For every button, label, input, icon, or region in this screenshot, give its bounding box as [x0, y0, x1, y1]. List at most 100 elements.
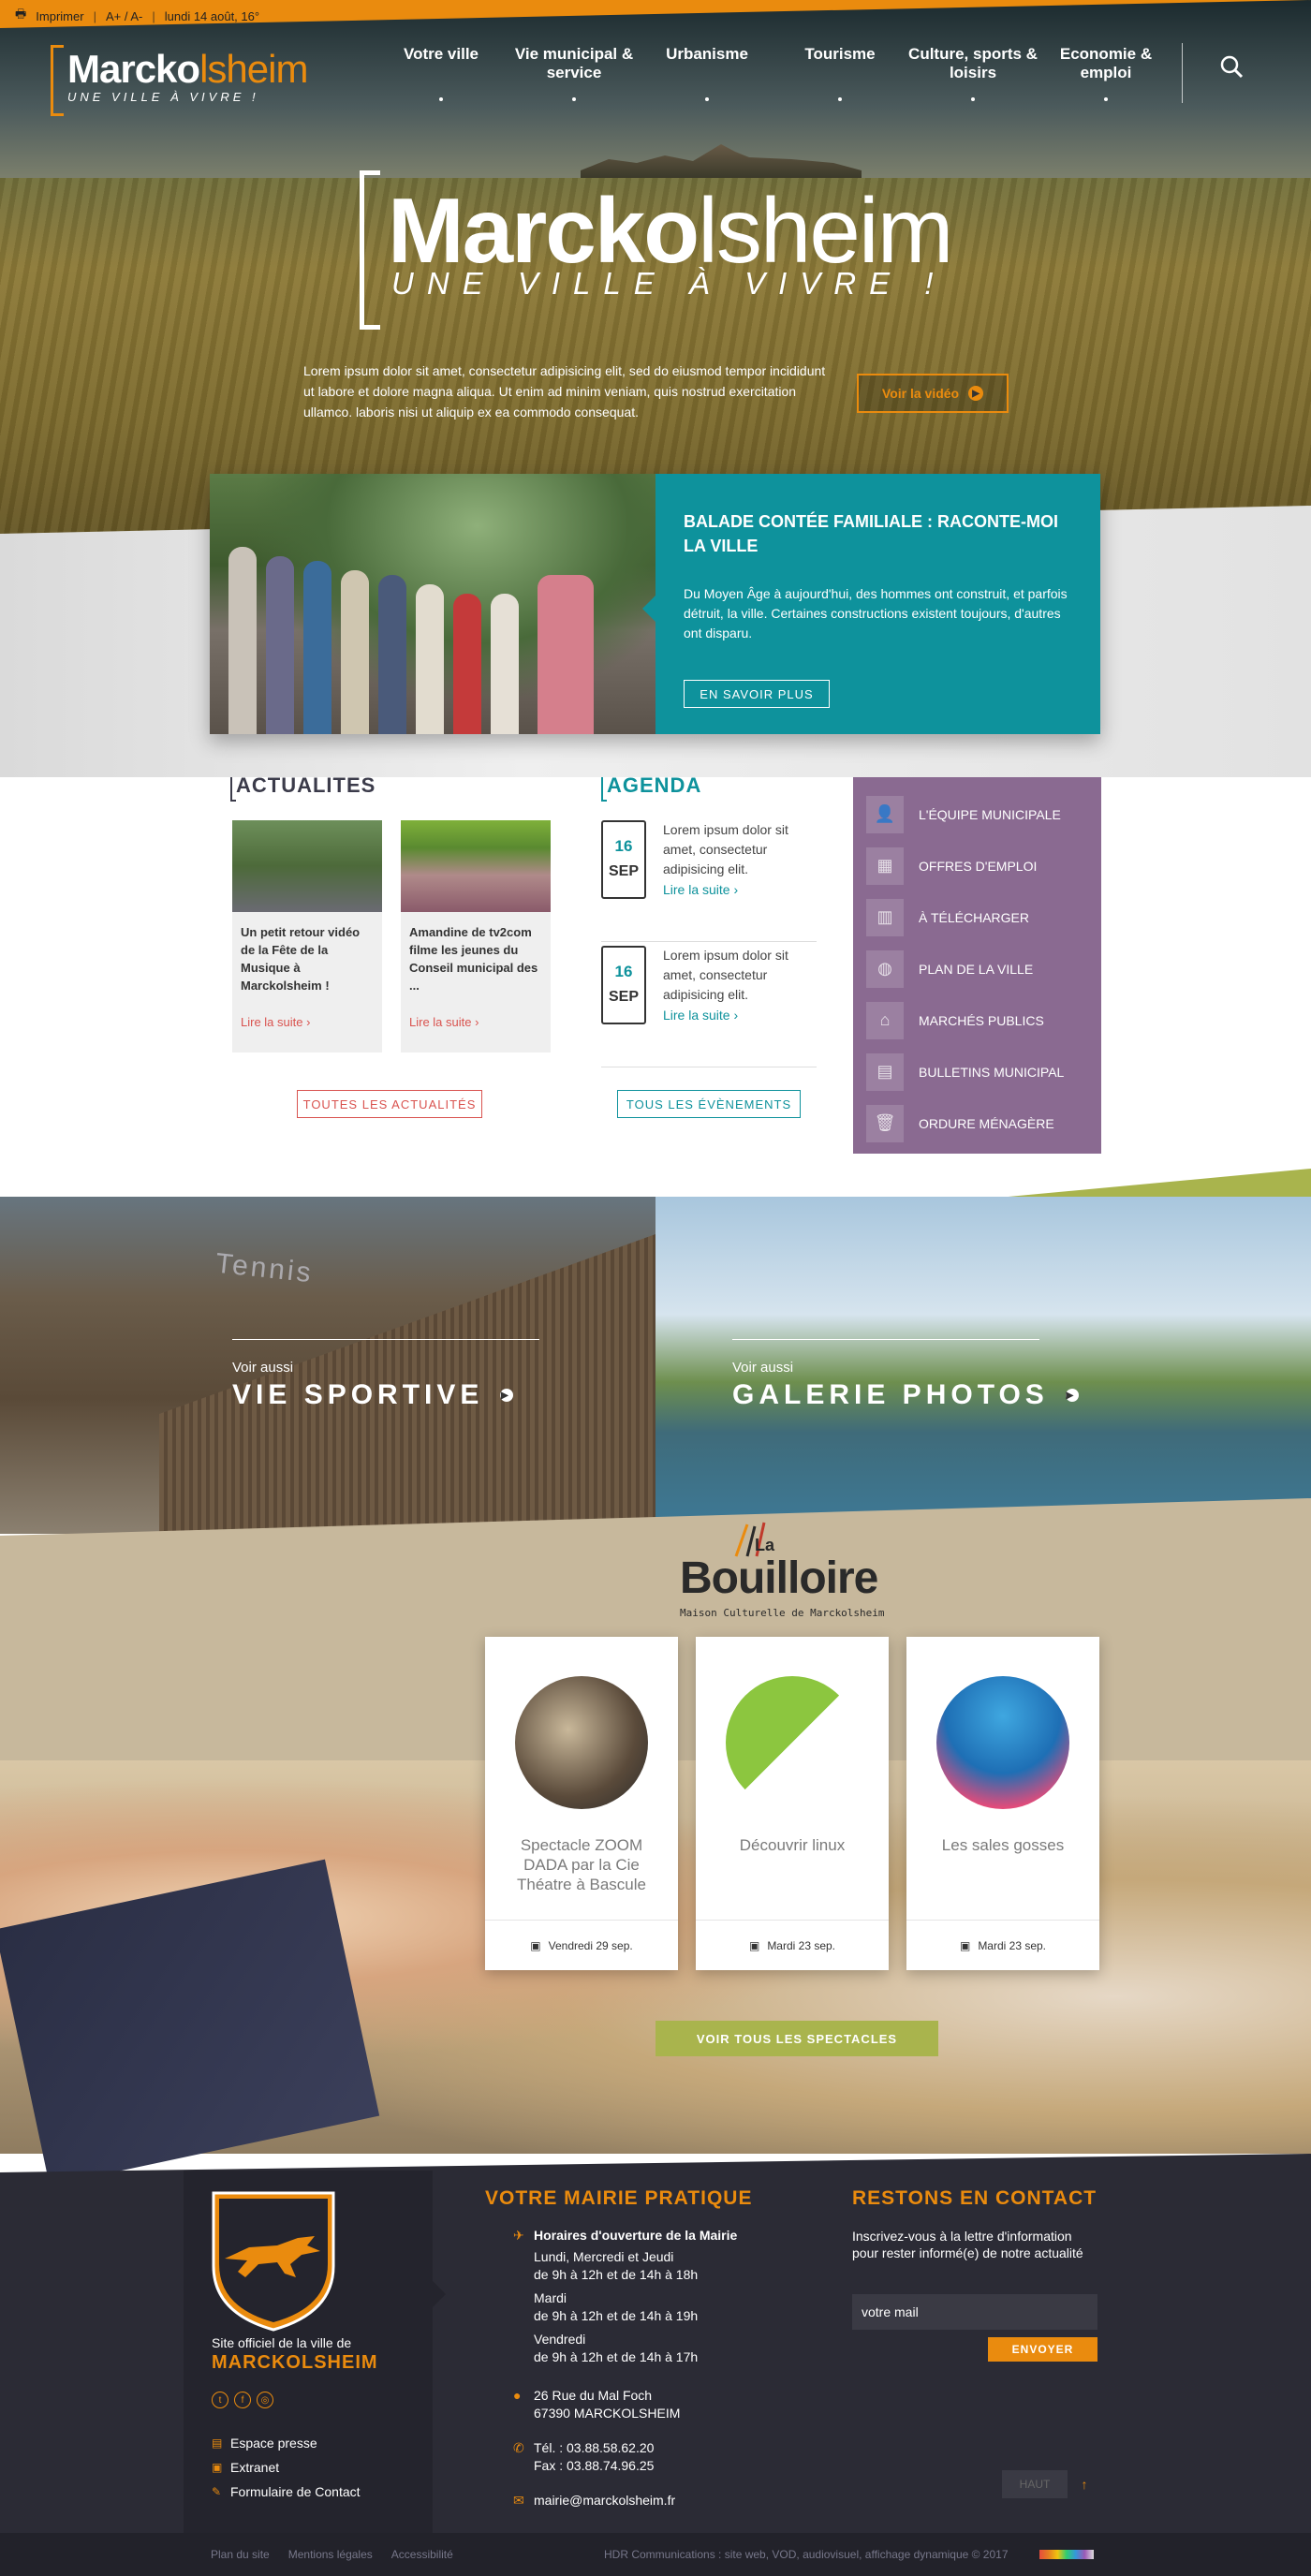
quicklink-jobs[interactable]: ▦ OFFRES D'EMPLOI — [853, 840, 1101, 891]
logo-tagline: UNE VILLE À VIVRE ! — [67, 90, 259, 104]
phone-icon: ✆ — [513, 2440, 524, 2455]
quicklink-market[interactable]: ⌂ MARCHÉS PUBLICS — [853, 994, 1101, 1046]
hero-intro: Lorem ipsum dolor sit amet, consectetur … — [303, 363, 826, 420]
sitemap-link[interactable]: Plan du site — [211, 2548, 270, 2561]
facebook-icon[interactable]: f — [234, 2392, 251, 2408]
separator: | — [152, 8, 155, 23]
town-shield-icon — [212, 2191, 335, 2332]
quicklink-team[interactable]: 👤 L'ÉQUIPE MUNICIPALE — [853, 788, 1101, 840]
calendar-icon: ▣ — [748, 1938, 760, 1952]
nav-item-urbanisme[interactable]: Urbanisme — [641, 45, 773, 101]
show-title: Les sales gosses — [941, 1836, 1065, 1854]
all-events-button[interactable]: TOUS LES ÉVÈNEMENTS — [617, 1090, 801, 1118]
event-read-more[interactable]: Lire la suite › — [663, 1008, 738, 1023]
promo-label: Voir aussi VIE SPORTIVE ▶ — [232, 1339, 539, 1411]
arrow-up-icon[interactable]: ↑ — [1075, 2470, 1094, 2498]
news-image — [232, 820, 382, 912]
back-to-top-button[interactable]: HAUT — [1002, 2470, 1068, 2498]
news-read-more[interactable]: Lire la suite › — [241, 1015, 310, 1029]
location-icon: ● — [513, 2388, 522, 2403]
agency-credit: HDR Communications : site web, VOD, audi… — [604, 2548, 1009, 2561]
footer-link-press[interactable]: ▤ Espace presse — [212, 2436, 361, 2451]
download-icon: ▥ — [866, 898, 904, 936]
nav-item-tourisme[interactable]: Tourisme — [773, 45, 906, 101]
separator: | — [93, 8, 96, 23]
footer-link-contact[interactable]: ✎ Formulaire de Contact — [212, 2484, 361, 2499]
pin-icon: ✈ — [513, 2228, 524, 2243]
news-card[interactable]: Un petit retour vidéo de la Fête de la M… — [232, 820, 382, 1052]
promo-sport[interactable]: Tennis Voir aussi VIE SPORTIVE ▶ — [0, 1197, 656, 1534]
show-image — [936, 1676, 1069, 1809]
footer-link-extranet[interactable]: ▣ Extranet — [212, 2460, 361, 2475]
nav-divider — [1182, 43, 1183, 103]
mairie-email[interactable]: mairie@marckolsheim.fr — [534, 2492, 675, 2510]
featured-article: BALADE CONTÉE FAMILIALE : RACONTE-MOI LA… — [210, 474, 1100, 734]
news-read-more[interactable]: Lire la suite › — [409, 1015, 479, 1029]
calendar-icon: ▣ — [959, 1938, 971, 1952]
print-link[interactable]: Imprimer — [36, 9, 83, 23]
social-links: t f ◎ — [212, 2392, 273, 2408]
nav-item-economie[interactable]: Economie & emploi — [1039, 45, 1172, 101]
play-icon: ▶ — [968, 386, 984, 401]
quicklink-map[interactable]: ◍ PLAN DE LA VILLE — [853, 943, 1101, 994]
quick-links-panel: 👤 L'ÉQUIPE MUNICIPALE ▦ OFFRES D'EMPLOI ▥ À… — [853, 777, 1101, 1154]
newsletter-email-input[interactable] — [852, 2294, 1097, 2330]
mairie-info: ✈ Horaires d'ouverture de la Mairie Lund… — [513, 2228, 738, 2510]
main-nav: Votre ville Vie municipal & service Urba… — [375, 45, 1172, 101]
nav-item-votre-ville[interactable]: Votre ville — [375, 45, 508, 101]
document-icon: ▤ — [212, 2436, 223, 2450]
accessibility-link[interactable]: Accessibilité — [391, 2548, 453, 2561]
show-card[interactable]: Spectacle ZOOM DADA par la Cie Théatre à… — [485, 1637, 678, 1970]
bottom-bar: Plan du site Mentions légales Accessibil… — [0, 2533, 1311, 2576]
newsletter-text: Inscrivez-vous à la lettre d'information… — [852, 2229, 1083, 2260]
news-card[interactable]: Amandine de tv2com filme les jeunes du C… — [401, 820, 551, 1052]
market-icon: ⌂ — [866, 1001, 904, 1039]
show-date: ▣ Vendredi 29 sep. — [485, 1920, 678, 1970]
agency-logo[interactable] — [1039, 2550, 1094, 2559]
date-weather: lundi 14 août, 16° — [164, 8, 260, 23]
search-icon[interactable] — [1219, 54, 1244, 79]
quicklink-bulletin[interactable]: ▤ BULLETINS MUNICIPAL — [853, 1046, 1101, 1097]
hero-brand-tagline: UNE VILLE À VIVRE ! — [391, 266, 947, 301]
map-icon: ◍ — [866, 949, 904, 988]
jobs-icon: ▦ — [866, 846, 904, 885]
twitter-icon[interactable]: t — [212, 2392, 228, 2408]
nav-item-culture[interactable]: Culture, sports & loisirs — [906, 45, 1039, 101]
footer-site-label: Site officiel de la ville de — [212, 2335, 352, 2350]
arrow-icon: ▶ — [500, 1389, 514, 1402]
watch-video-button[interactable]: Voir la vidéo ▶ — [857, 374, 1009, 413]
promo-sign: Tennis — [214, 1247, 316, 1289]
news-title: Un petit retour vidéo de la Fête de la M… — [241, 925, 361, 993]
news-title: Amandine de tv2com filme les jeunes du C… — [409, 925, 538, 993]
show-card[interactable]: Les sales gosses ▣ Mardi 23 sep. — [906, 1637, 1099, 1970]
show-image — [515, 1676, 648, 1809]
arrow-icon: ▶ — [1065, 1389, 1079, 1402]
print-icon[interactable]: 🖶 — [15, 6, 26, 26]
calendar-icon: ▣ — [530, 1938, 541, 1952]
lock-icon: ▣ — [212, 2461, 223, 2474]
hero-brand-bracket — [360, 170, 380, 330]
featured-text: BALADE CONTÉE FAMILIALE : RACONTE-MOI LA… — [642, 474, 1100, 734]
event-text: Lorem ipsum dolor sit amet, consectetur … — [663, 948, 788, 1002]
news-image — [401, 820, 551, 912]
quicklink-trash[interactable]: 🗑 ORDURE MÉNAGÈRE — [853, 1097, 1101, 1149]
promo-gallery[interactable]: Voir aussi GALERIE PHOTOS ▶ — [656, 1197, 1311, 1534]
footer-identity: Site officiel de la ville de MARCKOLSHEI… — [184, 2171, 446, 2533]
show-date: ▣ Mardi 23 sep. — [696, 1920, 889, 1970]
legal-notice-link[interactable]: Mentions légales — [288, 2548, 373, 2561]
agenda-event: 16 SEP Lorem ipsum dolor sit amet, consec… — [601, 820, 817, 942]
legal-links: Plan du site Mentions légales Accessibil… — [211, 2548, 453, 2561]
footer-links: ▤ Espace presse ▣ Extranet ✎ Formulaire de … — [212, 2436, 361, 2509]
font-size-toggle[interactable]: A+ / A- — [106, 9, 142, 23]
show-image — [726, 1676, 859, 1809]
event-read-more[interactable]: Lire la suite › — [663, 882, 738, 897]
instagram-icon[interactable]: ◎ — [257, 2392, 273, 2408]
show-card[interactable]: Découvrir linux ▣ Mardi 23 sep. — [696, 1637, 889, 1970]
all-shows-button[interactable]: VOIR TOUS LES SPECTACLES — [656, 2021, 938, 2056]
newsletter-send-button[interactable]: ENVOYER — [988, 2337, 1097, 2362]
all-news-button[interactable]: TOUTES LES ACTUALITÉS — [297, 1090, 482, 1118]
show-date: ▣ Mardi 23 sep. — [906, 1920, 1099, 1970]
featured-more-button[interactable]: EN SAVOIR PLUS — [684, 680, 830, 708]
nav-item-vie-municipal[interactable]: Vie municipal & service — [508, 45, 641, 101]
quicklink-download[interactable]: ▥ À TÉLÉCHARGER — [853, 891, 1101, 943]
